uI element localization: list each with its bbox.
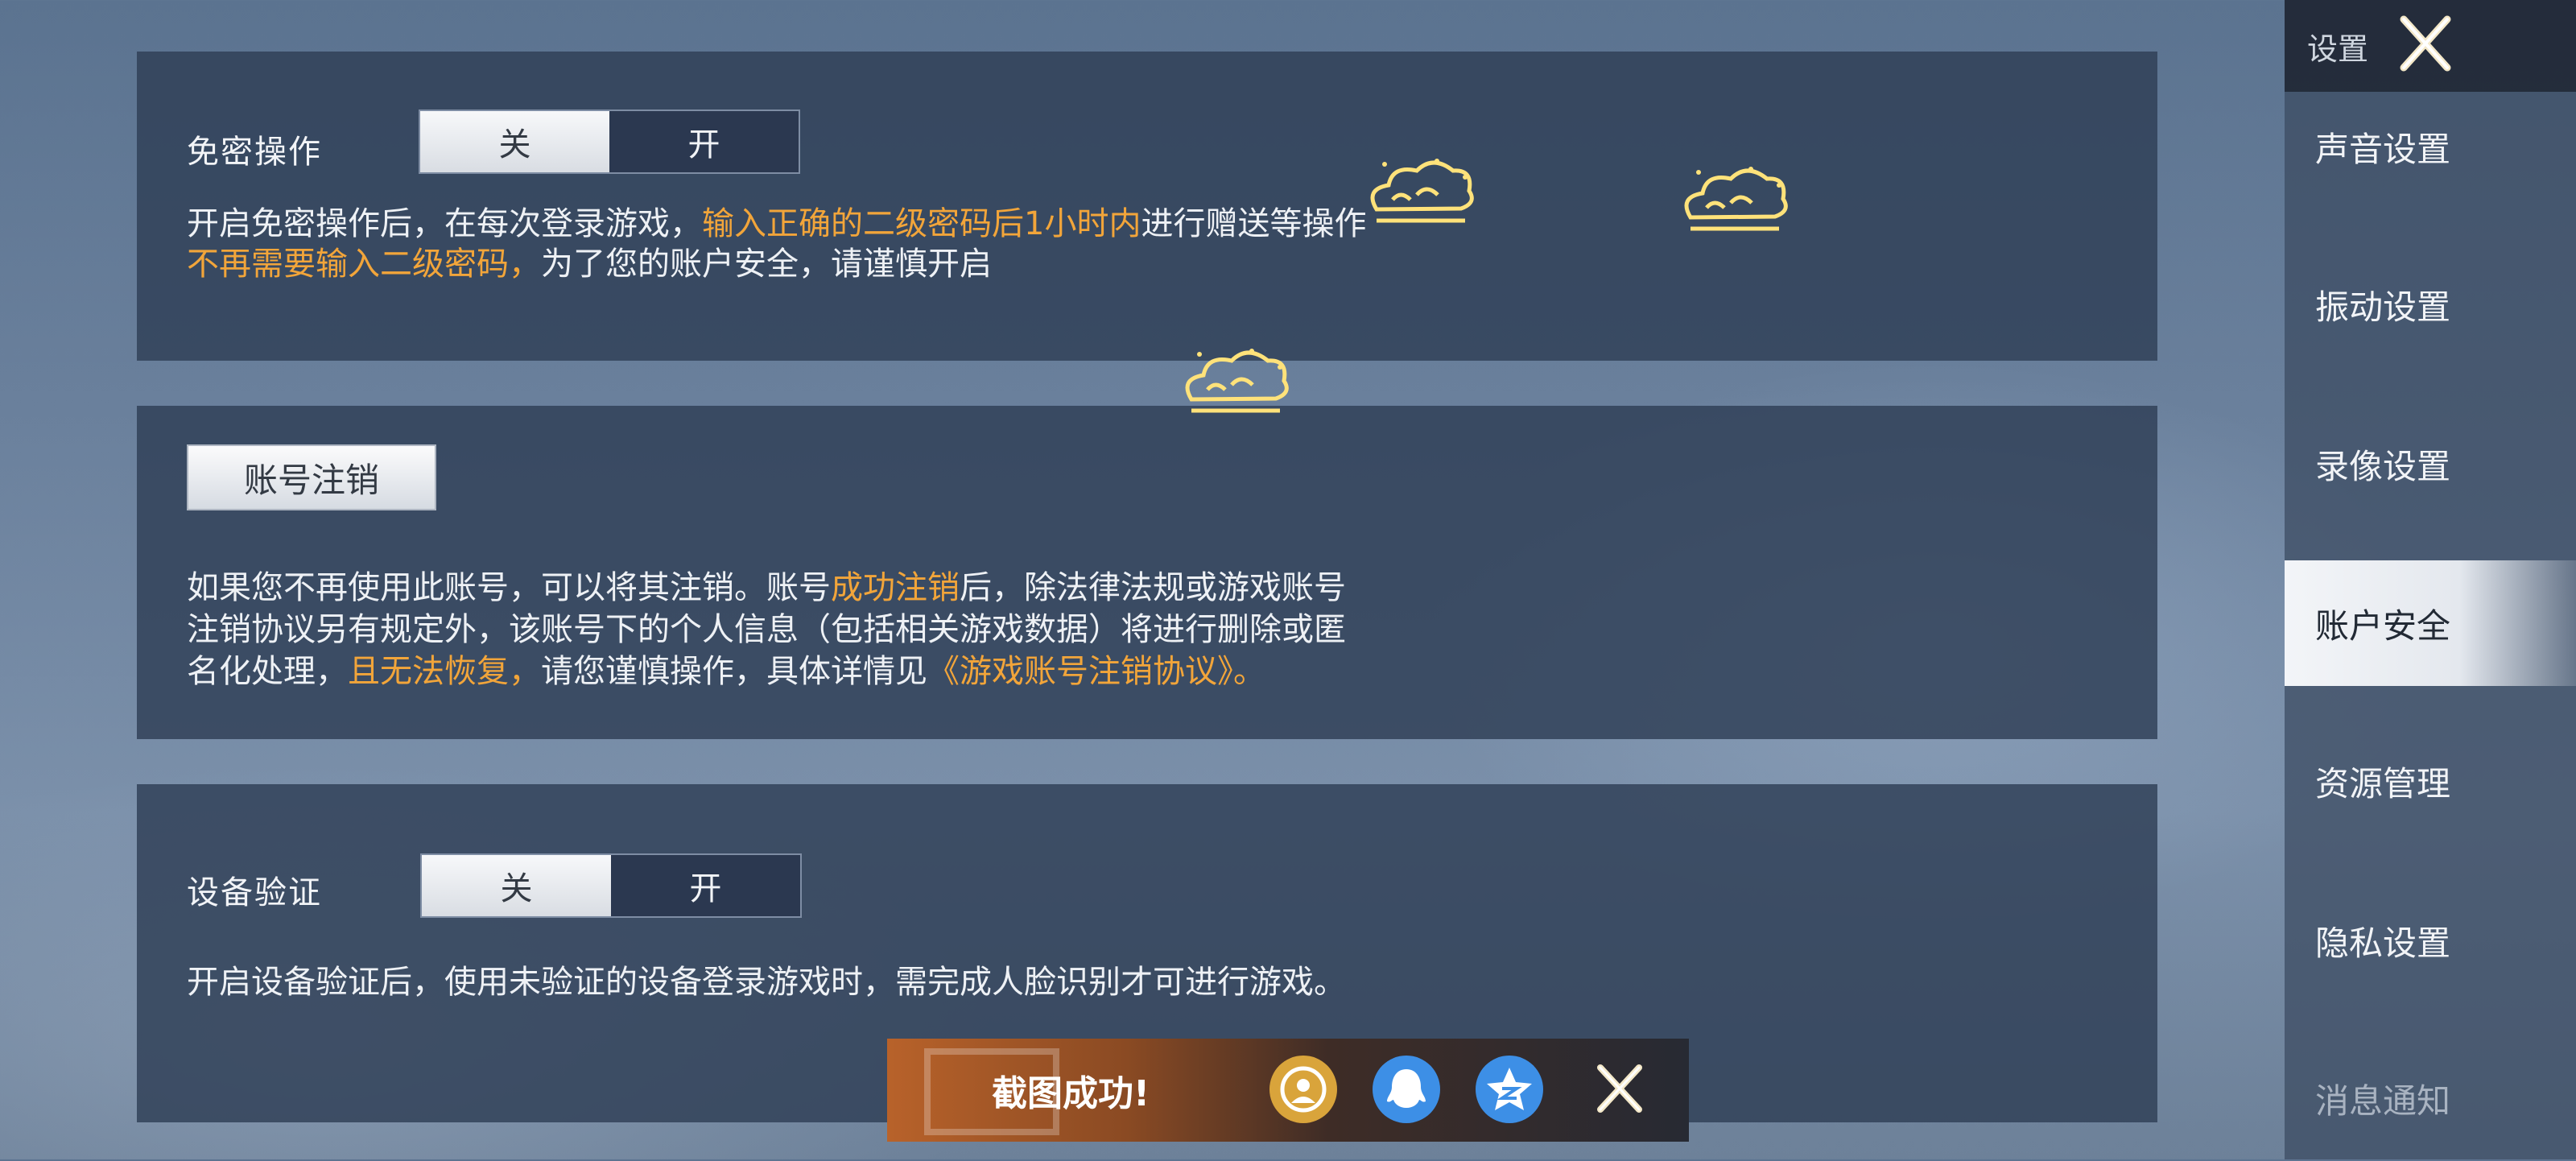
golden-cloud-icon [1185,349,1289,413]
cancel-agreement-link[interactable]: 《游戏账号注销协议》。 [927,653,1265,690]
account-cancel-desc-line3: 名化处理，且无法恢复，请您谨慎操作，具体详情见《游戏账号注销协议》。 [187,653,1265,690]
sidebar-item-resources[interactable]: 资源管理 [2285,718,2576,844]
sidebar-header: 设置 [2285,0,2576,92]
account-cancel-desc-line2: 注销协议另有规定外，该账号下的个人信息（包括相关游戏数据）将进行删除或匿 [187,611,1346,648]
golden-cloud-icon [1684,167,1788,231]
sidebar-item-recording[interactable]: 录像设置 [2285,401,2576,527]
golden-cloud-icon [1370,159,1474,223]
screenshot-toast: 截图成功! [887,1039,1689,1142]
sidebar-item-account-security[interactable]: 账户安全 [2285,560,2576,686]
device-verify-label: 设备验证 [187,874,322,911]
device-verify-off-option[interactable]: 关 [422,855,611,916]
settings-sidebar: 设置 声音设置 振动设置 录像设置 账户安全 资源管理 隐私设置 消息通知 [2285,0,2576,1159]
device-verify-desc: 开启设备验证后，使用未验证的设备登录游戏时，需完成人脸识别才可进行游戏。 [187,964,1346,1001]
no-password-on-option[interactable]: 开 [609,111,799,172]
account-cancel-desc-line1: 如果您不再使用此账号，可以将其注销。账号成功注销后，除法律法规或游戏账号 [187,569,1346,606]
device-verify-toggle[interactable]: 关 开 [420,853,802,918]
toast-message: 截图成功! [992,1073,1150,1114]
sidebar-item-sound[interactable]: 声音设置 [2285,84,2576,209]
close-icon[interactable] [2389,11,2462,76]
sidebar-item-notifications[interactable]: 消息通知 [2285,1035,2576,1161]
no-password-desc-line2: 不再需要输入二级密码，为了您的账户安全，请谨慎开启 [187,246,992,283]
no-password-desc-line1: 开启免密操作后，在每次登录游戏，输入正确的二级密码后1小时内进行赠送等操作 [187,205,1367,242]
qq-icon[interactable] [1372,1055,1441,1124]
qzone-icon[interactable] [1475,1055,1544,1124]
sidebar-item-vibration[interactable]: 振动设置 [2285,242,2576,367]
sidebar-title: 设置 [2307,31,2369,67]
no-password-off-option[interactable]: 关 [420,111,609,172]
no-password-label: 免密操作 [187,134,322,171]
device-verify-on-option[interactable]: 开 [611,855,800,916]
no-password-toggle[interactable]: 关 开 [419,109,800,174]
toast-close-icon[interactable] [1587,1056,1652,1121]
sidebar-item-privacy[interactable]: 隐私设置 [2285,878,2576,1003]
gold-share-icon[interactable] [1269,1055,1338,1124]
account-cancel-button[interactable]: 账号注销 [187,444,436,510]
